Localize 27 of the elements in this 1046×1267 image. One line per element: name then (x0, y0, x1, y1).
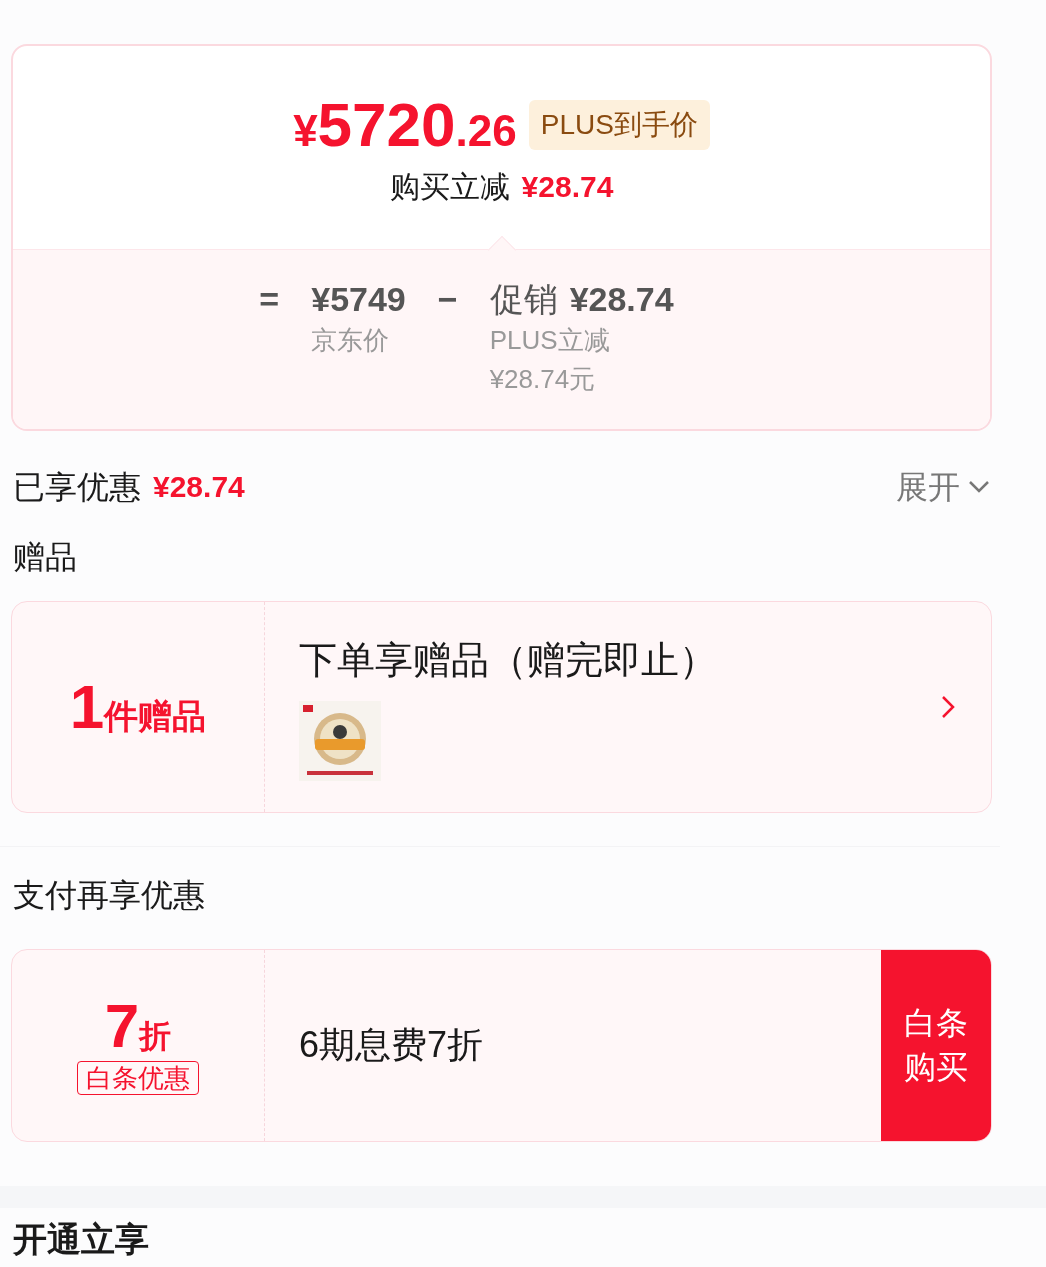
final-price: ¥5720.26 (293, 94, 517, 156)
promo-label: 促销 (489, 279, 558, 320)
discount-amount: ¥28.74 (521, 169, 614, 205)
section-title: 开通立享 (12, 1218, 150, 1260)
chevron-right-icon (941, 694, 955, 719)
discount-label: 购买立减 (389, 169, 510, 205)
minus-sign: − (437, 279, 458, 320)
baitiao-buy-button[interactable]: 白条 购买 (881, 949, 991, 1141)
savings-amount: ¥28.74 (153, 469, 245, 505)
jd-price-label: 京东价 (311, 323, 391, 357)
gift-card[interactable]: 1件赠品 下单享赠品（赠完即止） (11, 600, 992, 813)
expand-toggle[interactable]: 展开 (896, 462, 990, 511)
savings-label: 已享优惠 (13, 467, 141, 507)
jd-price: ¥5749 (311, 279, 406, 320)
offer-tag: 白条优惠 (77, 1060, 199, 1096)
section-title: 支付再享优惠 (12, 875, 206, 915)
promo-amount: ¥28.74 (569, 279, 674, 320)
plus-price-badge: PLUS到手价 (528, 100, 710, 150)
promo-detail: ¥28.74元 (489, 362, 597, 396)
offer-description: 6期息费7折 (299, 1023, 484, 1067)
promo-detail: PLUS立减 (489, 323, 611, 357)
discount-rate: 7折 (104, 994, 172, 1057)
gift-count: 1件赠品 (69, 671, 207, 743)
chevron-icon (968, 479, 990, 494)
section-title: 赠品 (12, 537, 78, 577)
equals-sign: = (259, 279, 280, 320)
gift-heading: 下单享赠品（赠完即止） (299, 637, 718, 683)
